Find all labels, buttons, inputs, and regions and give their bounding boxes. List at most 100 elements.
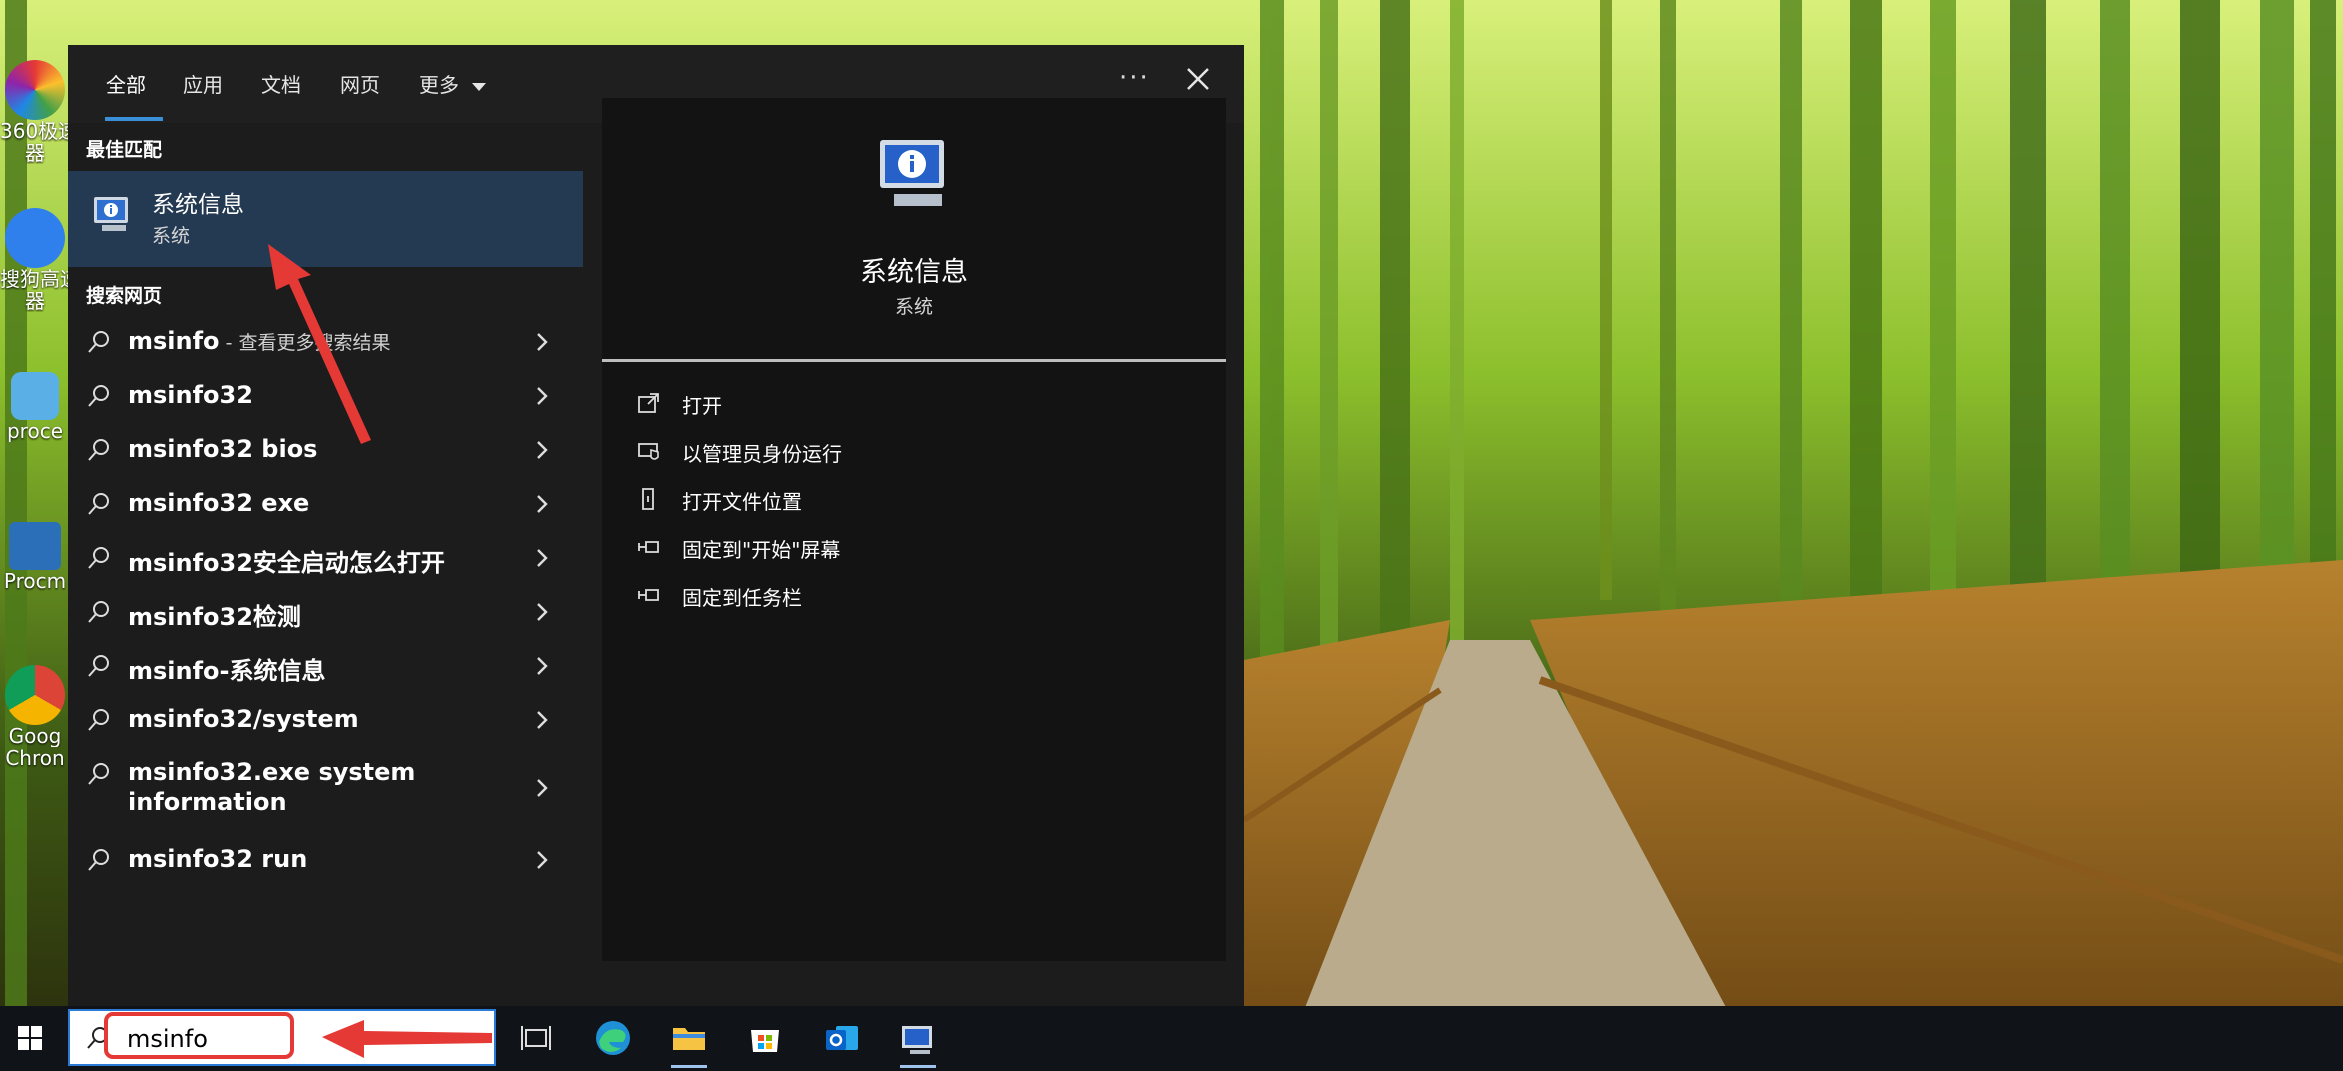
web-result-text: msinfo32 run	[128, 845, 307, 873]
tab-web[interactable]: 网页	[340, 69, 380, 98]
store-icon	[751, 1030, 779, 1052]
web-result-text: msinfo32 bios	[128, 435, 317, 463]
sogou-browser-icon	[5, 208, 65, 268]
web-result-query: msinfo32/system	[128, 705, 359, 733]
search-icon	[88, 849, 109, 871]
edge-icon	[596, 1021, 630, 1055]
web-result-text: msinfo32检测	[128, 597, 301, 632]
web-result-row[interactable]: msinfo32安全启动怎么打开	[68, 531, 583, 585]
chevron-right-icon	[537, 779, 548, 797]
search-results-list: 最佳匹配 系统信息 系统 搜索网页 msinfo - 查看更多搜索结果 msinf…	[68, 123, 583, 1006]
best-match-name: 系统信息	[152, 192, 244, 218]
web-result-row[interactable]: msinfo32 bios	[68, 423, 583, 477]
run-as-admin-icon	[638, 443, 659, 460]
tab-more[interactable]: 更多	[419, 69, 487, 98]
windows-start-icon[interactable]	[14, 1022, 46, 1054]
web-result-query: msinfo32安全启动怎么打开	[128, 549, 445, 577]
desktop-icon-label: Goog	[8, 725, 62, 747]
web-result-row[interactable]: msinfo - 查看更多搜索结果	[68, 315, 583, 369]
system-info-app-icon	[94, 197, 128, 231]
outlook-icon	[826, 1026, 858, 1050]
tab-all[interactable]: 全部	[106, 69, 146, 98]
action-pin-to-start[interactable]: 固定到"开始"屏幕	[636, 530, 1196, 566]
search-icon	[88, 385, 109, 407]
taskbar	[0, 1006, 2343, 1071]
store-button[interactable]	[741, 1014, 789, 1062]
desktop-icon-360-browser[interactable]: 360极速 器	[0, 60, 70, 164]
web-result-query: msinfo32 exe	[128, 489, 310, 517]
taskbar-search-box[interactable]	[68, 1009, 496, 1066]
desktop-icon-label: Procm	[3, 570, 67, 592]
desktop-icon-label-line2: 器	[25, 290, 45, 312]
web-result-text: msinfo - 查看更多搜索结果	[128, 327, 390, 355]
pin-start-icon	[638, 541, 659, 553]
web-result-query: msinfo32 bios	[128, 435, 318, 463]
web-search-heading: 搜索网页	[86, 285, 163, 307]
web-result-row[interactable]: msinfo32.exe system information	[68, 747, 583, 831]
desktop-icon-label: proce	[6, 420, 63, 442]
web-result-row[interactable]: msinfo32/system	[68, 693, 583, 747]
file-explorer-button[interactable]	[665, 1014, 713, 1068]
chevron-right-icon	[537, 711, 548, 729]
web-result-query: msinfo32	[128, 381, 253, 409]
360-browser-icon	[5, 60, 65, 120]
preview-app-name: 系统信息	[860, 257, 968, 288]
action-run-as-admin[interactable]: 以管理员身份运行	[636, 434, 1196, 470]
search-input[interactable]	[125, 1020, 429, 1058]
outlook-button[interactable]	[818, 1014, 866, 1062]
desktop-icon-chrome[interactable]: Goog Chron	[0, 665, 70, 769]
tab-documents[interactable]: 文档	[261, 69, 301, 98]
open-icon	[638, 393, 659, 413]
desktop-icon-process-monitor[interactable]: Procm	[0, 522, 70, 592]
web-result-text: msinfo-系统信息	[128, 651, 326, 686]
best-match-heading: 最佳匹配	[86, 139, 163, 161]
web-result-query: msinfo32.exe system information	[128, 758, 416, 816]
chevron-right-icon	[537, 441, 548, 459]
web-result-row[interactable]: msinfo-系统信息	[68, 639, 583, 693]
web-result-text: msinfo32.exe system information	[128, 757, 508, 819]
chevron-right-icon	[537, 549, 548, 567]
web-result-row[interactable]: msinfo32 run	[68, 833, 583, 887]
web-result-hint: - 查看更多搜索结果	[219, 332, 391, 354]
web-result-text: msinfo32 exe	[128, 489, 309, 517]
action-open[interactable]: 打开	[636, 386, 1196, 422]
search-icon	[88, 709, 109, 731]
pin-taskbar-icon	[638, 589, 659, 601]
desktop-icon-label-line2: Chron	[5, 747, 65, 769]
best-match-type: 系统	[152, 225, 191, 247]
best-match-result[interactable]: 系统信息 系统	[68, 171, 583, 267]
desktop-icon-label: 360极速	[0, 120, 70, 142]
search-icon	[88, 763, 109, 785]
web-result-row[interactable]: msinfo32	[68, 369, 583, 423]
action-open-file-location[interactable]: 打开文件位置	[636, 482, 1196, 518]
web-result-row[interactable]: msinfo32 exe	[68, 477, 583, 531]
web-result-row[interactable]: msinfo32检测	[68, 585, 583, 639]
running-indicator	[900, 1065, 936, 1068]
file-location-icon	[642, 488, 654, 510]
web-result-text: msinfo32	[128, 381, 253, 409]
chevron-right-icon	[537, 851, 548, 869]
system-info-taskbar-button[interactable]	[894, 1014, 942, 1068]
search-icon	[87, 1027, 108, 1049]
chevron-right-icon	[537, 603, 548, 621]
more-options-button[interactable]: ···	[1119, 63, 1150, 93]
action-label: 打开文件位置	[682, 490, 802, 514]
desktop-icon-process-explorer[interactable]: proce	[0, 372, 70, 442]
chevron-right-icon	[537, 657, 548, 675]
desktop-icon-sogou-browser[interactable]: 搜狗高速 器	[0, 208, 70, 312]
web-result-query: msinfo	[128, 327, 220, 355]
action-label: 打开	[682, 394, 722, 418]
preview-divider	[602, 359, 1226, 362]
web-result-query: msinfo-系统信息	[128, 657, 326, 685]
chevron-right-icon	[537, 495, 548, 513]
close-icon[interactable]	[1178, 59, 1218, 99]
action-label: 固定到任务栏	[682, 586, 802, 610]
edge-button[interactable]	[589, 1014, 637, 1062]
action-pin-to-taskbar[interactable]: 固定到任务栏	[636, 578, 1196, 614]
process-monitor-icon	[9, 522, 61, 570]
tab-apps[interactable]: 应用	[183, 69, 223, 98]
action-label: 固定到"开始"屏幕	[682, 538, 841, 562]
task-view-button[interactable]	[512, 1014, 560, 1062]
search-icon	[88, 547, 109, 569]
result-preview-pane: 系统信息 系统 打开 以管理员身份运行 打开文件位置 固定到"开始"屏幕 固定到…	[602, 98, 1226, 961]
